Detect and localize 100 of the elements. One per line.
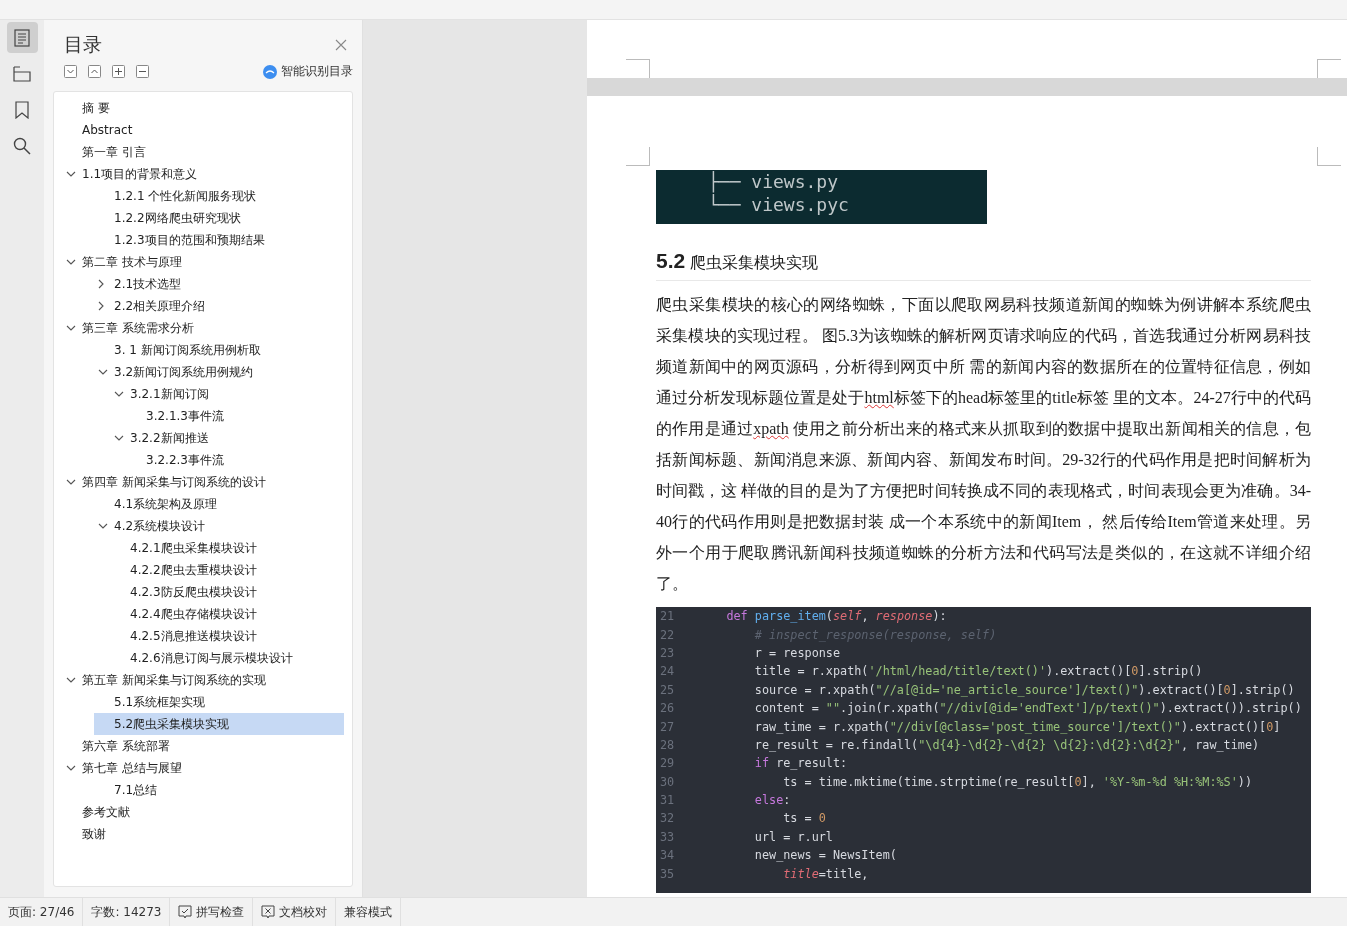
- line-number: 30: [659, 774, 676, 789]
- line-number: 35: [659, 866, 676, 881]
- toc-item[interactable]: 3. 1 新闻订阅系统用例析取: [94, 339, 344, 361]
- status-button[interactable]: 拼写检查: [170, 898, 254, 926]
- code-line: re_result = re.findall("\d{4}-\d{2}-\d{2} \d{2}:\d{2}:\d{2}", raw_time): [753, 737, 1260, 752]
- toc-item[interactable]: 3.2.1新闻订阅: [110, 383, 344, 405]
- toc-item[interactable]: 4.2.2爬虫去重模块设计: [110, 559, 344, 581]
- chevron-right-icon[interactable]: [98, 301, 104, 311]
- code-line: raw_time = r.xpath("//div[@class='post_time_source']/text()").extract()[0]: [753, 719, 1281, 734]
- checkbox-icon: [178, 905, 193, 919]
- toc-item[interactable]: 2.1技术选型: [94, 273, 344, 295]
- chevron-down-icon[interactable]: [98, 369, 108, 375]
- chevron-down-icon[interactable]: [98, 523, 108, 529]
- toc-item[interactable]: 1.2.2网络爬虫研究现状: [94, 207, 344, 229]
- toc-item[interactable]: 7.1总结: [94, 779, 344, 801]
- line-number: 33: [659, 829, 676, 844]
- expand-all-icon[interactable]: [64, 65, 77, 78]
- code-line: new_news = NewsItem(: [753, 848, 897, 863]
- chevron-down-icon[interactable]: [114, 391, 124, 397]
- status-text: 页面: 27/46: [0, 898, 84, 926]
- toc-item[interactable]: 4.2.1爬虫采集模块设计: [110, 537, 344, 559]
- code-line: # inspect_response(response, self): [753, 627, 997, 642]
- toc-item[interactable]: 3.2.2新闻推送: [110, 427, 344, 449]
- line-number: 32: [659, 811, 676, 826]
- status-button[interactable]: 文档校对: [253, 898, 337, 926]
- code-line: ├── views.py: [708, 170, 840, 193]
- code-line: ts = time.mktime(time.strptime(re_result[0], '%Y-%m-%d %H:%M:%S')): [782, 774, 1253, 789]
- code-line: def parse_item(self, response):: [725, 609, 947, 624]
- toc-item[interactable]: 4.2.6消息订阅与展示模块设计: [110, 647, 344, 669]
- chevron-down-icon[interactable]: [66, 325, 76, 331]
- toc-item[interactable]: 1.2.3项目的范围和预期结果: [94, 229, 344, 251]
- toc-item[interactable]: 参考文献: [62, 801, 344, 823]
- toc-item[interactable]: 4.2.5消息推送模块设计: [110, 625, 344, 647]
- code-line: if re_result:: [753, 756, 848, 771]
- line-number: 24: [659, 664, 676, 679]
- toc-item[interactable]: 1.2.1 个性化新闻服务现状: [94, 185, 344, 207]
- chevron-down-icon[interactable]: [66, 677, 76, 683]
- smart-toc-button[interactable]: 智能识别目录: [263, 63, 353, 80]
- chevron-right-icon[interactable]: [98, 279, 104, 289]
- toc-item[interactable]: 5.2爬虫采集模块实现: [94, 713, 344, 735]
- margin-mark: [1317, 59, 1341, 78]
- code-line: ts = 0: [782, 811, 826, 826]
- toc-item[interactable]: 4.2.4爬虫存储模块设计: [110, 603, 344, 625]
- line-number: 34: [659, 848, 676, 863]
- chevron-down-icon[interactable]: [66, 765, 76, 771]
- toc-item[interactable]: 5.1系统框架实现: [94, 691, 344, 713]
- line-number: 25: [659, 682, 676, 697]
- line-number: 23: [659, 645, 676, 660]
- toc-item[interactable]: 4.1系统架构及原理: [94, 493, 344, 515]
- toc-item[interactable]: 摘 要: [62, 97, 344, 119]
- toc-item[interactable]: 致谢: [62, 823, 344, 845]
- margin-mark: [626, 147, 650, 166]
- code-line: └── views.pyc: [708, 193, 850, 216]
- panel-title: 目录: [64, 32, 102, 57]
- toc-item[interactable]: 第二章 技术与原理: [62, 251, 344, 273]
- line-number: 21: [659, 609, 676, 624]
- margin-mark: [626, 59, 650, 78]
- line-number: 29: [659, 756, 676, 771]
- toc-item[interactable]: 3.2.2.3事件流: [126, 449, 344, 471]
- toc-item[interactable]: 第五章 新闻采集与订阅系统的实现: [62, 669, 344, 691]
- toc-item[interactable]: 第七章 总结与展望: [62, 757, 344, 779]
- chevron-down-icon[interactable]: [66, 479, 76, 485]
- toc-item[interactable]: 4.2系统模块设计: [94, 515, 344, 537]
- code-line: content = "".join(r.xpath("//div[@id='endText']/p/text()").extract()).strip(): [753, 701, 1302, 716]
- margin-mark: [1317, 147, 1341, 166]
- line-number: 26: [659, 701, 676, 716]
- toc-item[interactable]: 1.1项目的背景和意义: [62, 163, 344, 185]
- toc-item[interactable]: 第四章 新闻采集与订阅系统的设计: [62, 471, 344, 493]
- section-heading: 5.2 爬虫采集模块实现: [656, 249, 1311, 281]
- toc-item[interactable]: 第一章 引言: [62, 141, 344, 163]
- outline-icon[interactable]: [6, 22, 38, 53]
- code-line: title=title,: [782, 866, 869, 881]
- plus-icon[interactable]: [112, 65, 125, 78]
- code-line: else:: [753, 793, 791, 808]
- toc-item[interactable]: Abstract: [62, 119, 344, 141]
- code-line: title = r.xpath('/html/head/title/text()').extract()[0].strip(): [753, 664, 1203, 679]
- minus-icon[interactable]: [136, 65, 149, 78]
- line-number: 22: [659, 627, 676, 642]
- toc-item[interactable]: 3.2新闻订阅系统用例规约: [94, 361, 344, 383]
- line-number: 28: [659, 737, 676, 752]
- toc-item[interactable]: 4.2.3防反爬虫模块设计: [110, 581, 344, 603]
- collapse-all-icon[interactable]: [88, 65, 101, 78]
- status-text: 兼容模式: [336, 898, 402, 926]
- chevron-down-icon[interactable]: [66, 259, 76, 265]
- smart-icon: [263, 64, 277, 79]
- body-paragraph: 爬虫采集模块的核心的网络蜘蛛，下面以爬取网易科技频道新闻的蜘蛛为例讲解本系统爬虫采集模块的实现过程。 图5.3为该蜘蛛的解析网页请求响应的代码，首选我通过分析网易科技频道新闻中的网页源码，分析得到网页中所 需的新闻内容的数据所在的位置特征信息，例如通过分析发现标题位置是处于html标签下的head标签里的title标签 里的文本。24-27行中的代码的作用是通过xpath 使用之前分析出来的格式来从抓取到的数据中提取出新闻相关的信息，包括新闻标题、新闻消息来源、新闻内容、新闻发布时间。29-32行的代码作用是把时间解析为时间戳，这 样做的目的是为了方便把时间转换成不同的表现格式，时间表现会更为准确。34-40行的代码作用则是把数据封装 成一个本系统中的新闻Item， 然后传给Item管道来处理。另外一个用于爬取腾讯新闻科技频道蜘蛛的分析方法和代码写法是类似的，在这就不详细介绍了。: [656, 295, 1311, 594]
- code-line: source = r.xpath("//a[@id='ne_article_source']/text()").extract()[0].strip(): [753, 682, 1295, 697]
- toc-item[interactable]: 2.2相关原理介绍: [94, 295, 344, 317]
- toc-item[interactable]: 第六章 系统部署: [62, 735, 344, 757]
- chevron-down-icon[interactable]: [66, 171, 76, 177]
- line-number: 31: [659, 793, 676, 808]
- status-text: 字数: 14273: [83, 898, 171, 926]
- code-line: r = response: [753, 645, 841, 660]
- line-number: 27: [659, 719, 676, 734]
- toc-item[interactable]: 第三章 系统需求分析: [62, 317, 344, 339]
- cross-box-icon: [261, 905, 276, 919]
- close-icon[interactable]: [335, 39, 347, 51]
- chevron-down-icon[interactable]: [114, 435, 124, 441]
- toc-item[interactable]: 3.2.1.3事件流: [126, 405, 344, 427]
- code-line: url = r.url: [753, 829, 833, 844]
